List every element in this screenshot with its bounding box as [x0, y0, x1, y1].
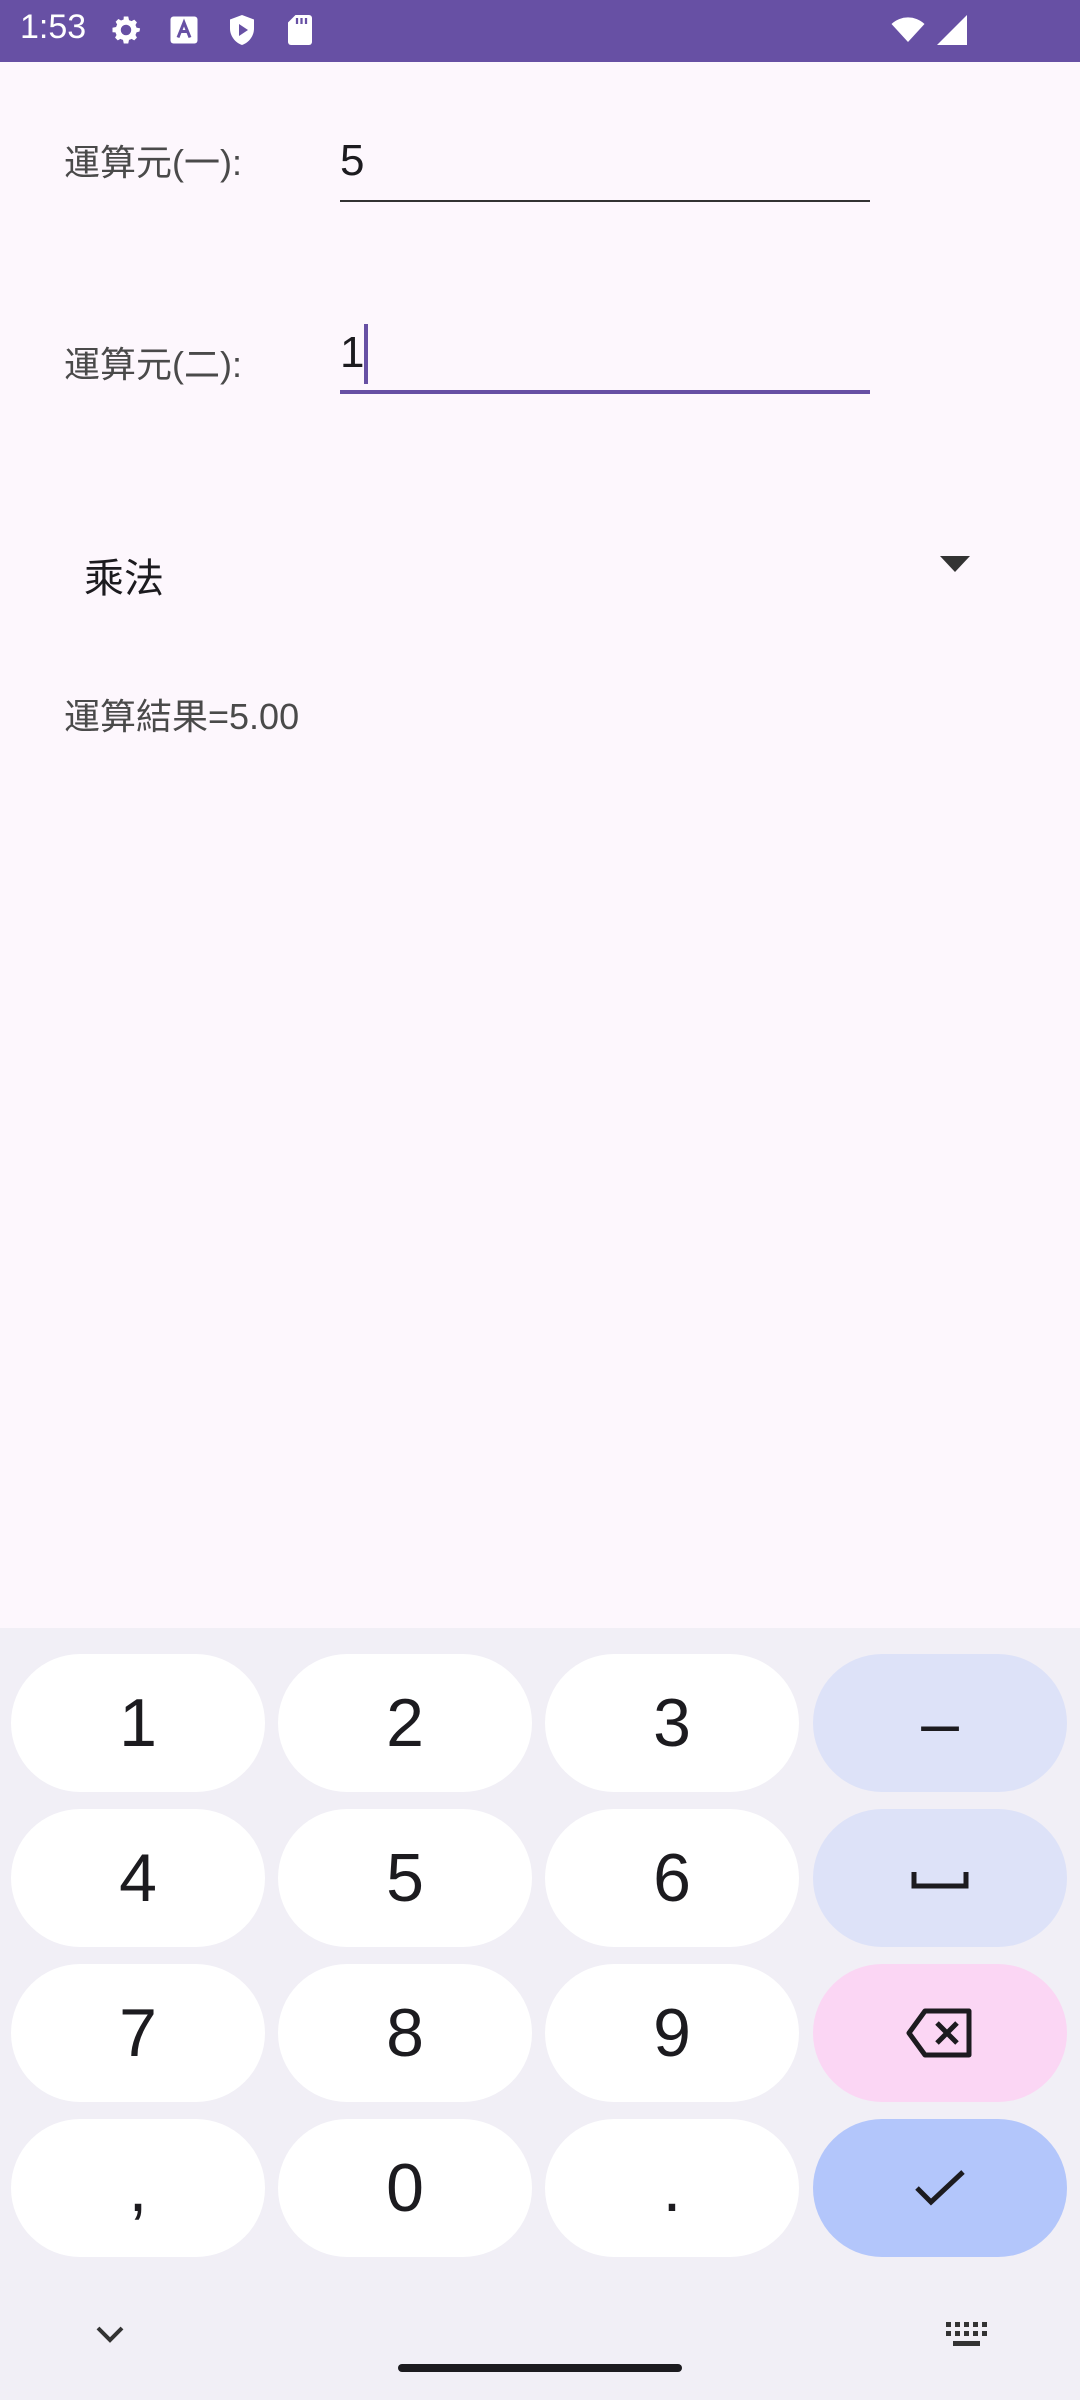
shield-play-icon — [230, 15, 254, 45]
operand2-label: 運算元(二): — [64, 344, 242, 385]
key-8[interactable]: 8 — [278, 1964, 532, 2102]
key-7[interactable]: 7 — [11, 1964, 265, 2102]
key-5[interactable]: 5 — [278, 1809, 532, 1947]
home-indicator[interactable] — [398, 2364, 682, 2372]
operand1-label: 運算元(一): — [64, 142, 242, 183]
checkmark-icon — [915, 2170, 965, 2206]
operand2-underline — [340, 390, 870, 394]
key-8-label: 8 — [386, 1995, 424, 2071]
key-2[interactable]: 2 — [278, 1654, 532, 1792]
backspace-icon — [906, 2008, 972, 2058]
key-4-label: 4 — [119, 1840, 157, 1916]
operand1-value: 5 — [340, 136, 365, 185]
key-0[interactable]: 0 — [278, 2119, 532, 2257]
key-dot-label: . — [662, 2150, 682, 2226]
key-3-label: 3 — [653, 1685, 691, 1761]
key-6[interactable]: 6 — [545, 1809, 799, 1947]
status-bar: 1:53 — [0, 0, 1080, 62]
operator-spinner[interactable]: 乘法 — [64, 520, 984, 620]
key-2-label: 2 — [386, 1685, 424, 1761]
key-5-label: 5 — [386, 1840, 424, 1916]
operand2-value: 1 — [340, 328, 365, 377]
key-comma-label: , — [128, 2150, 148, 2226]
operator-selected: 乘法 — [84, 556, 164, 602]
operand1-underline — [340, 200, 870, 202]
key-done[interactable] — [813, 2119, 1067, 2257]
keyboard-switch-icon[interactable] — [944, 2320, 990, 2350]
text-cursor — [364, 324, 368, 384]
operand2-input[interactable]: 1 — [340, 300, 870, 394]
result-text: 運算結果=5.00 — [64, 696, 300, 737]
numeric-keyboard: 1 2 3 – 4 5 6 7 8 9 , 0 . — [0, 1628, 1080, 2400]
key-backspace[interactable] — [813, 1964, 1067, 2102]
operand1-input[interactable]: 5 — [340, 110, 870, 202]
collapse-keyboard-icon[interactable] — [92, 2322, 128, 2346]
sd-card-icon — [288, 15, 312, 45]
key-7-label: 7 — [119, 1995, 157, 2071]
key-1-label: 1 — [119, 1685, 157, 1761]
key-0-label: 0 — [386, 2150, 424, 2226]
accessibility-icon — [170, 16, 198, 44]
key-space[interactable] — [813, 1809, 1067, 1947]
key-minus-label: – — [921, 1685, 959, 1761]
settings-icon — [112, 16, 141, 44]
space-icon — [911, 1872, 969, 1889]
key-3[interactable]: 3 — [545, 1654, 799, 1792]
key-4[interactable]: 4 — [11, 1809, 265, 1947]
dropdown-arrow-icon — [940, 556, 970, 572]
wifi-icon — [891, 17, 925, 42]
status-time: 1:53 — [20, 8, 87, 46]
key-9[interactable]: 9 — [545, 1964, 799, 2102]
key-6-label: 6 — [653, 1840, 691, 1916]
signal-icon — [937, 15, 967, 45]
key-1[interactable]: 1 — [11, 1654, 265, 1792]
key-dot[interactable]: . — [545, 2119, 799, 2257]
key-minus[interactable]: – — [813, 1654, 1067, 1792]
key-9-label: 9 — [653, 1995, 691, 2071]
key-comma[interactable]: , — [11, 2119, 265, 2257]
